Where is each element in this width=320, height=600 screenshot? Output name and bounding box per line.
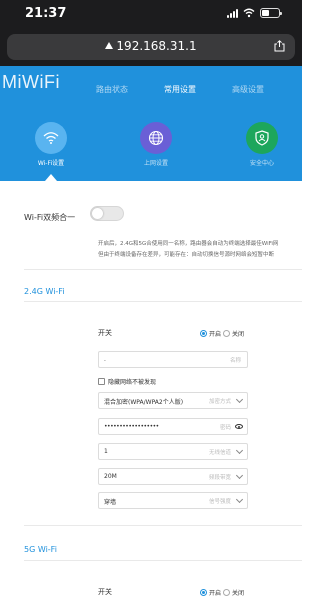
lock-icon	[105, 42, 114, 49]
dual-band-description: 开启后，2.4G和5G合使用同一名称，路由器会自动为终端选择最佳WiFi网 但由…	[98, 241, 279, 258]
section-title-5g: 5G Wi-Fi	[24, 545, 57, 554]
shield-icon	[255, 130, 269, 146]
nav-common-settings[interactable]: 常用设置	[164, 84, 196, 95]
nav-router-status[interactable]: 路由状态	[96, 84, 128, 95]
active-tab-pointer	[45, 174, 57, 181]
switch-radio-group-5g: 开启 关闭	[200, 588, 244, 597]
url-text: 192.168.31.1	[116, 39, 197, 53]
miwifi-logo: MiWiFi	[2, 72, 60, 92]
signal-strength-select-24g[interactable]: 穿墙 信号强度	[98, 492, 248, 509]
share-icon[interactable]	[274, 40, 285, 52]
divider	[24, 269, 302, 270]
subnav-wifi-settings[interactable]: Wi-Fi设置	[21, 122, 81, 167]
miwifi-header: MiWiFi 路由状态 常用设置 高级设置 Wi-Fi设置 上网设置 安全中心	[0, 66, 302, 181]
subnav-internet-label: 上网设置	[143, 160, 168, 167]
channel-select-24g[interactable]: 1 无线信道	[98, 443, 248, 460]
chevron-down-icon	[235, 446, 244, 455]
subnav-wifi-label: Wi-Fi设置	[37, 160, 65, 167]
wifi-status-icon	[243, 8, 255, 18]
eye-icon[interactable]	[235, 424, 243, 429]
dual-band-toggle[interactable]	[90, 206, 124, 221]
address-bar[interactable]: 192.168.31.1	[7, 34, 295, 60]
section-title-24g: 2.4G Wi-Fi	[24, 287, 65, 296]
status-icons	[227, 8, 282, 18]
switch-label-24g: 开关	[98, 329, 112, 337]
wifi-settings-content: Wi-Fi双频合一 开启后，2.4G和5G合使用同一名称，路由器会自动为终端选择…	[0, 181, 302, 600]
subnav-security-center[interactable]: 安全中心	[232, 122, 292, 167]
chevron-down-icon	[235, 395, 244, 404]
radio-off-5g[interactable]	[223, 589, 231, 596]
divider	[24, 301, 302, 302]
chevron-down-icon	[235, 495, 244, 504]
battery-icon	[260, 8, 282, 18]
switch-label-5g: 开关	[98, 588, 112, 596]
hide-network-row-24g[interactable]: 隐藏网络不被发现	[98, 377, 156, 386]
globe-icon	[148, 130, 164, 146]
divider	[24, 560, 302, 561]
hide-network-checkbox-24g[interactable]	[98, 378, 105, 385]
bandwidth-select-24g[interactable]: 20M 频段带宽	[98, 468, 248, 485]
radio-on-5g[interactable]	[200, 589, 207, 596]
cellular-signal-icon	[227, 8, 238, 18]
encryption-select-24g[interactable]: 混合加密(WPA/WPA2个人版) 加密方式	[98, 392, 248, 409]
password-field-24g[interactable]: •••••••••••••••••• 密码	[98, 418, 248, 435]
dual-band-label: Wi-Fi双频合一	[24, 213, 76, 222]
ssid-field-24g[interactable]: . 名称	[98, 351, 248, 368]
switch-radio-group-24g: 开启 关闭	[200, 329, 244, 338]
radio-off-24g[interactable]	[223, 330, 231, 337]
nav-advanced-settings[interactable]: 高级设置	[232, 84, 264, 95]
chevron-down-icon	[235, 471, 244, 480]
status-time: 21:37	[25, 6, 67, 21]
ios-status-area: 21:37 192.168.31.1	[0, 0, 302, 66]
subnav-internet-settings[interactable]: 上网设置	[126, 122, 186, 167]
divider	[24, 525, 302, 526]
radio-on-24g[interactable]	[200, 330, 207, 337]
subnav-security-label: 安全中心	[249, 160, 274, 167]
wifi-icon	[43, 132, 59, 144]
